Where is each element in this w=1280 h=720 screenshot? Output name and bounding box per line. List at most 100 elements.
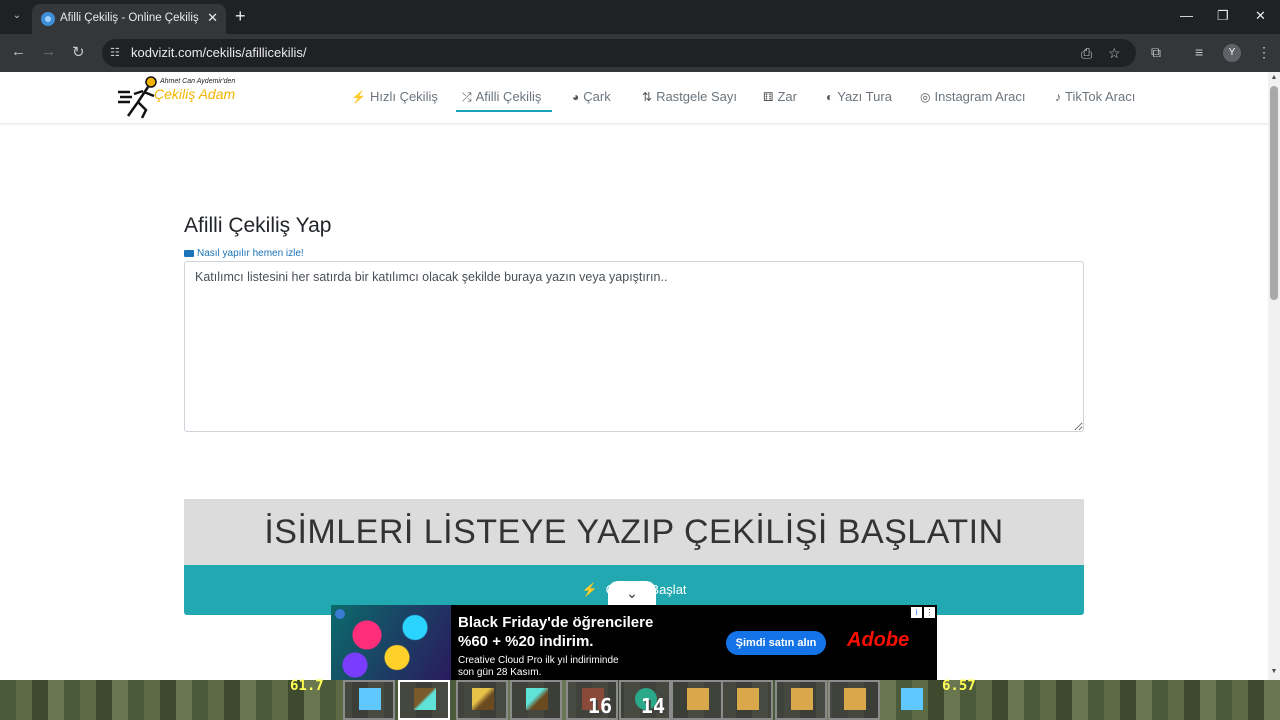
nav-label: TikTok Aracı — [1065, 89, 1136, 104]
instagram-icon: ◎ — [920, 90, 931, 104]
diamond-boots-icon — [901, 688, 923, 710]
close-window-icon[interactable]: ✕ — [1255, 8, 1266, 24]
hotbar-slot: 16 — [566, 680, 618, 720]
nav-label: Instagram Aracı — [934, 89, 1026, 104]
diamond-chestplate-icon — [359, 688, 381, 710]
nav-rastgele-sayi[interactable]: ⇅ Rastgele Sayı — [642, 89, 737, 104]
random-icon: ⤮ — [462, 90, 472, 104]
pie-chart-icon: ◕ — [572, 90, 580, 104]
ad-info-icon[interactable]: i — [911, 607, 922, 618]
diamond-pickaxe-icon — [526, 688, 548, 710]
offhand-slot — [885, 680, 937, 720]
sort-numeric-icon: ⇅ — [642, 90, 653, 104]
url-text: kodvizit.com/cekilis/afillicekilis/ — [131, 45, 307, 60]
ad-collapse-toggle[interactable]: ⌄ — [608, 581, 656, 605]
new-tab-icon[interactable]: + — [235, 6, 246, 26]
nav-instagram-araci[interactable]: ◎ Instagram Aracı — [920, 89, 1026, 104]
totem-icon — [687, 688, 709, 710]
back-icon[interactable]: ← — [11, 43, 26, 60]
ad-buy-now-button[interactable]: Şimdi satın alın — [726, 631, 826, 655]
scroll-thumb[interactable] — [1270, 86, 1278, 300]
bolt-icon: ⚡ — [351, 90, 366, 104]
instruction-banner: İSİMLERİ LİSTEYE YAZIP ÇEKİLİŞİ BAŞLATIN — [184, 499, 1084, 565]
ad-headline-1: Black Friday'de öğrencilere — [458, 614, 654, 631]
golden-pickaxe-icon — [472, 688, 494, 710]
slot-count: 16 — [587, 694, 612, 718]
how-to-link-text: Nasıl yapılır hemen izle! — [197, 248, 304, 259]
ad-artwork — [331, 605, 451, 680]
nav-label: Zar — [777, 89, 797, 104]
tab-title: Afilli Çekiliş - Online Çekiliş - H — [60, 12, 202, 24]
ad-menu-icon[interactable]: ⋮ — [924, 607, 935, 618]
totem-icon — [844, 688, 866, 710]
running-man-icon — [118, 76, 157, 119]
hotbar-slot — [775, 680, 827, 720]
reload-icon[interactable]: ↻ — [72, 43, 85, 61]
ad-subtext-1: Creative Cloud Pro ilk yıl indiriminde — [458, 655, 619, 666]
hotbar-slot — [510, 680, 562, 720]
how-to-video-link[interactable]: Nasıl yapılır hemen izle! — [184, 248, 304, 259]
hud-right-value: 6.57 — [942, 678, 976, 694]
totem-icon — [791, 688, 813, 710]
hotbar-slot-selected — [398, 680, 450, 720]
nav-yazi-tura[interactable]: ◐ Yazı Tura — [826, 89, 892, 104]
install-app-icon[interactable]: ⎙ — [1081, 45, 1092, 62]
nav-afilli-cekilis[interactable]: ⤮ Afilli Çekiliş — [462, 89, 541, 105]
totem-icon — [737, 688, 759, 710]
site-info-icon[interactable]: ☷ — [110, 46, 124, 60]
page-title: Afilli Çekiliş Yap — [184, 214, 332, 237]
profile-avatar[interactable]: Y — [1223, 44, 1241, 62]
nav-label: Hızlı Çekiliş — [369, 89, 438, 104]
scroll-down-icon[interactable]: ▼ — [1270, 668, 1278, 675]
nav-label: Yazı Tura — [837, 89, 892, 104]
media-control-icon[interactable]: ≡ — [1195, 44, 1203, 60]
nav-zar[interactable]: ⚅ Zar — [763, 89, 797, 104]
tab-close-icon[interactable]: ✕ — [207, 10, 218, 26]
nav-label: Çark — [583, 89, 611, 104]
ad-headline-2: %60 + %20 indirim. — [458, 633, 594, 650]
forward-icon[interactable]: → — [41, 43, 56, 60]
nav-cark[interactable]: ◕ Çark — [572, 89, 611, 104]
site-favicon-icon — [41, 12, 55, 26]
hotbar-slot — [343, 680, 395, 720]
adobe-logo: Adobe — [847, 629, 910, 651]
nav-label: Rastgele Sayı — [656, 89, 737, 104]
tab-search-icon[interactable]: ⌄ — [8, 7, 26, 25]
hotbar-slot — [721, 680, 773, 720]
dice-icon: ⚅ — [763, 90, 774, 104]
nav-label: Afilli Çekiliş — [475, 89, 542, 104]
bookmark-star-icon[interactable]: ☆ — [1108, 45, 1121, 62]
minimize-icon[interactable]: — — [1180, 8, 1193, 23]
web-page: Ahmet Can Aydemir'den Çekiliş Adam ⚡ Hızl… — [0, 72, 1268, 680]
ad-choices-badge-icon[interactable] — [335, 609, 345, 619]
extensions-icon[interactable]: ⧉ — [1151, 44, 1161, 61]
nav-hizli-cekilis[interactable]: ⚡ Hızlı Çekiliş — [351, 89, 438, 104]
tiktok-icon: ♪ — [1055, 90, 1061, 104]
site-logo[interactable]: Ahmet Can Aydemir'den Çekiliş Adam — [118, 76, 244, 120]
browser-menu-icon[interactable]: ⋮ — [1257, 44, 1271, 61]
game-hotbar-strip: 61.7 6.57 16 14 — [0, 678, 1280, 720]
scroll-up-icon[interactable]: ▲ — [1270, 74, 1278, 81]
slot-count: 14 — [640, 694, 665, 718]
hud-left-value: 61.7 — [290, 678, 324, 694]
video-camera-icon — [184, 250, 194, 257]
active-nav-underline — [456, 110, 552, 112]
nav-tiktok-araci[interactable]: ♪ TikTok Aracı — [1055, 89, 1135, 104]
participants-textarea[interactable] — [184, 261, 1084, 432]
browser-toolbar: ← → ↻ ☷ kodvizit.com/cekilis/afillicekil… — [0, 34, 1280, 72]
address-bar[interactable]: ☷ kodvizit.com/cekilis/afillicekilis/ ⎙ … — [102, 39, 1136, 67]
coin-icon: ◐ — [826, 90, 834, 104]
diamond-sword-icon — [414, 688, 436, 710]
hotbar-slot — [671, 680, 723, 720]
hotbar-slot: 14 — [619, 680, 671, 720]
restore-icon[interactable]: ❐ — [1217, 8, 1229, 24]
hotbar-slot — [456, 680, 508, 720]
site-navbar: Ahmet Can Aydemir'den Çekiliş Adam ⚡ Hızl… — [0, 72, 1268, 124]
logo-subtitle: Ahmet Can Aydemir'den — [160, 78, 236, 85]
logo-title: Çekiliş Adam — [154, 86, 236, 102]
page-scrollbar[interactable]: ▲ ▼ — [1268, 72, 1280, 680]
adobe-ad-banner[interactable]: Black Friday'de öğrencilere %60 + %20 in… — [331, 605, 937, 680]
browser-tab-bar: ⌄ Afilli Çekiliş - Online Çekiliş - H ✕ … — [0, 0, 1280, 34]
hotbar-slot — [828, 680, 880, 720]
browser-tab[interactable]: Afilli Çekiliş - Online Çekiliş - H ✕ — [32, 4, 226, 34]
